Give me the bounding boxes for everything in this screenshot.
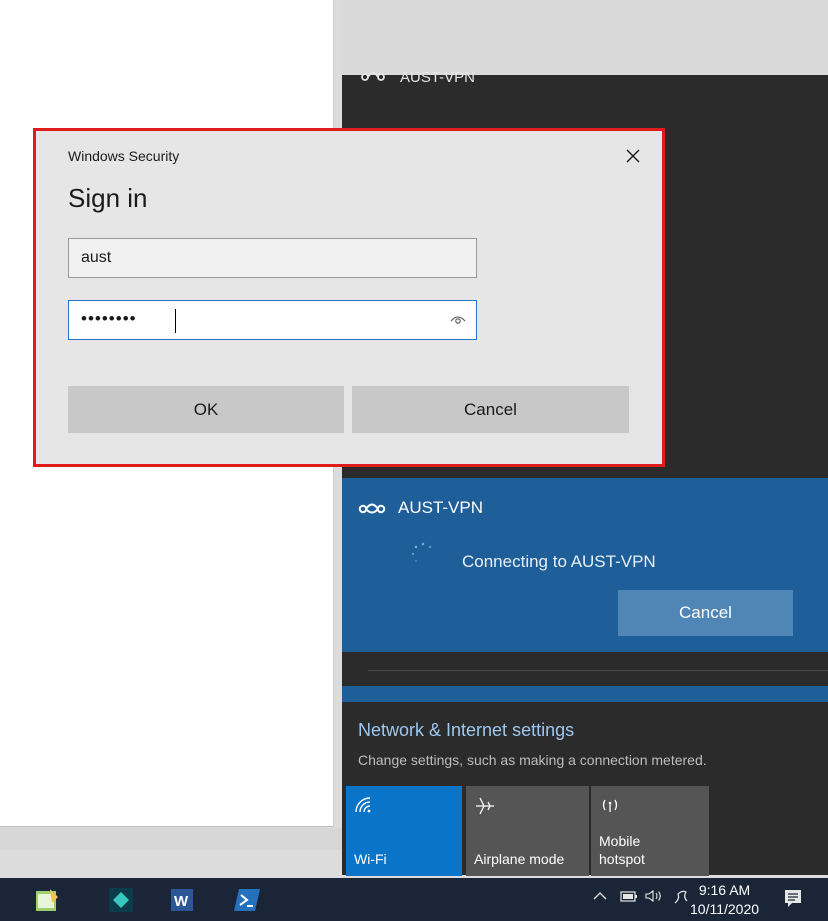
app-diamond-icon[interactable] [106,885,136,915]
wifi-tile-label: Wi-Fi [354,851,387,867]
cancel-button[interactable]: Cancel [352,386,629,433]
airplane-icon [476,797,494,815]
sign-in-dialog: Windows Security Sign in aust •••••••• O… [36,131,662,464]
battery-icon[interactable] [619,888,639,904]
dialog-caption: Windows Security [68,148,180,164]
username-value: aust [81,249,112,266]
password-field[interactable]: •••••••• [68,300,477,340]
vpn-list-item-top[interactable]: AUST-VPN [360,67,475,87]
vpn-tray-icon[interactable] [672,888,690,906]
vpn-icon [361,72,385,81]
action-center-icon[interactable] [783,888,803,910]
flyout-separator [342,652,828,686]
password-value: •••••••• [81,309,137,328]
vpn-connection-card[interactable]: AUST-VPN Connecting to AUST-VPN Cancel [342,478,828,652]
quick-action-mobile-hotspot[interactable]: Mobile hotspot [591,786,709,876]
hotspot-tile-label: Mobile hotspot [599,833,645,867]
close-icon [626,149,640,163]
powershell-app-icon[interactable] [232,885,262,915]
vpn-name: AUST-VPN [398,498,484,517]
ok-button[interactable]: OK [68,386,344,433]
close-button[interactable] [618,141,648,171]
flyout-blue-strip [342,686,828,702]
connecting-status: Connecting to AUST-VPN [462,552,656,571]
loading-spinner-icon [411,542,432,562]
taskbar: W 9:16 AM 10/11/2020 [0,878,828,921]
background-region [342,0,828,75]
clock-date: 10/11/2020 [690,901,760,917]
reveal-password-icon[interactable] [450,312,466,326]
quick-action-airplane-mode[interactable]: Airplane mode [466,786,589,876]
clock[interactable]: 9:16 AM 10/11/2020 [690,881,759,919]
notepad-app-icon[interactable] [32,885,62,915]
wifi-icon [355,797,371,813]
quick-action-wifi[interactable]: Wi-Fi [346,786,462,876]
vpn-cancel-button[interactable]: Cancel [618,590,793,636]
vpn-icon [358,503,386,514]
dialog-title: Sign in [68,183,148,213]
airplane-tile-label: Airplane mode [474,851,565,867]
vpn-top-label: AUST-VPN [400,68,476,86]
network-settings-link[interactable]: Network & Internet settings [358,720,574,741]
word-app-icon[interactable]: W [168,885,198,915]
clock-time: 9:16 AM [698,882,751,898]
network-settings-subtitle: Change settings, such as making a connec… [358,752,707,768]
hotspot-icon [602,799,618,812]
vpn-name-row: AUST-VPN [358,498,483,518]
volume-icon[interactable] [644,888,664,904]
background-window-bottom-bar [0,828,342,850]
show-hidden-icons-chevron-icon[interactable] [592,888,608,904]
sign-in-dialog-highlight: Windows Security Sign in aust •••••••• O… [33,128,665,467]
svg-text:W: W [174,893,189,910]
text-caret [175,309,176,333]
username-field[interactable]: aust [68,238,477,278]
